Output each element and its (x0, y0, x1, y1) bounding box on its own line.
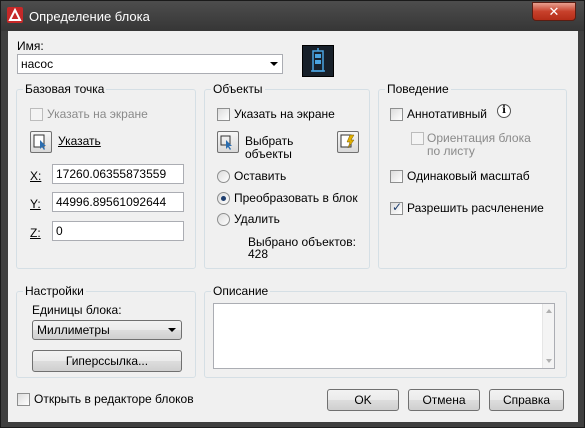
hyperlink-button[interactable]: Гиперссылка... (32, 350, 182, 372)
ok-button[interactable]: OK (327, 389, 399, 411)
objects-specify-on-screen-checkbox[interactable] (217, 108, 230, 121)
quick-select-button[interactable] (337, 131, 359, 153)
y-coordinate-input[interactable]: 44996.89561092644 (52, 192, 184, 212)
delete-label: Удалить (234, 212, 280, 226)
info-icon[interactable]: i (497, 104, 511, 118)
y-label: Y: (30, 197, 41, 211)
chevron-down-icon[interactable] (270, 62, 278, 66)
settings-legend: Настройки (23, 284, 86, 298)
retain-label: Оставить (234, 169, 287, 183)
block-name-value: насос (21, 57, 54, 71)
pick-point-icon (33, 134, 46, 150)
help-button[interactable]: Справка (489, 389, 564, 411)
title-bar[interactable]: Определение блока ✕ (1, 1, 584, 31)
z-label: Z: (30, 226, 41, 240)
open-in-block-editor-label: Открыть в редакторе блоков (34, 392, 194, 406)
match-orientation-checkbox[interactable] (411, 132, 424, 145)
uniform-scale-label: Одинаковый масштаб (407, 169, 530, 183)
chevron-down-icon[interactable] (168, 328, 176, 332)
pick-point-label: Указать (58, 134, 101, 148)
base-point-specify-on-screen-checkbox[interactable] (30, 108, 43, 121)
select-objects-label-line2: объекты (245, 147, 292, 161)
select-objects-icon (220, 135, 232, 150)
pick-point-button[interactable] (30, 131, 52, 153)
convert-to-block-radio[interactable] (217, 192, 230, 205)
base-point-legend: Базовая точка (23, 82, 107, 96)
block-preview-icon (302, 45, 334, 77)
scroll-up-icon[interactable] (546, 309, 552, 313)
block-units-label: Единицы блока: (32, 303, 122, 317)
convert-to-block-label: Преобразовать в блок (234, 191, 358, 205)
name-label: Имя: (17, 39, 44, 53)
autocad-logo-icon (7, 7, 23, 23)
select-objects-button[interactable] (217, 131, 239, 153)
base-point-specify-on-screen-label: Указать на экране (47, 107, 148, 121)
x-coordinate-input[interactable]: 17260.06355873559 (52, 164, 184, 184)
retain-radio[interactable] (217, 170, 230, 183)
objects-specify-on-screen-label: Указать на экране (234, 107, 335, 121)
annotative-checkbox[interactable] (390, 108, 403, 121)
z-coordinate-input[interactable]: 0 (52, 221, 184, 241)
block-name-combo[interactable]: насос (17, 54, 283, 74)
quick-select-icon (340, 134, 355, 149)
behavior-legend: Поведение (385, 82, 451, 96)
close-button[interactable]: ✕ (532, 2, 576, 21)
objects-legend: Объекты (211, 82, 265, 96)
allow-explode-label: Разрешить расчленение (407, 201, 544, 215)
block-units-value: Миллиметры (37, 323, 110, 337)
scroll-down-icon[interactable] (546, 359, 552, 363)
description-scrollbar[interactable] (542, 304, 554, 368)
annotative-label: Аннотативный (407, 107, 487, 121)
description-textarea[interactable] (213, 303, 555, 369)
delete-radio[interactable] (217, 213, 230, 226)
window-title: Определение блока (29, 9, 150, 24)
block-units-dropdown[interactable]: Миллиметры (32, 320, 182, 340)
open-in-block-editor-checkbox[interactable] (17, 393, 30, 406)
match-orientation-label-line2: по листу (427, 144, 475, 158)
allow-explode-checkbox[interactable] (390, 200, 403, 215)
description-legend: Описание (211, 284, 271, 298)
select-objects-label-line1: Выбрать (245, 134, 294, 148)
dialog-client: Имя: насос Базовая точка Указать на экра… (8, 31, 578, 422)
cancel-button[interactable]: Отмена (408, 389, 480, 411)
dialog-window: Определение блока ✕ Имя: насос Базовая т… (0, 0, 585, 428)
x-label: X: (30, 169, 42, 183)
match-orientation-label-line1: Ориентация блока (427, 131, 531, 145)
uniform-scale-checkbox[interactable] (390, 170, 403, 183)
selected-count-value: 428 (248, 247, 269, 261)
